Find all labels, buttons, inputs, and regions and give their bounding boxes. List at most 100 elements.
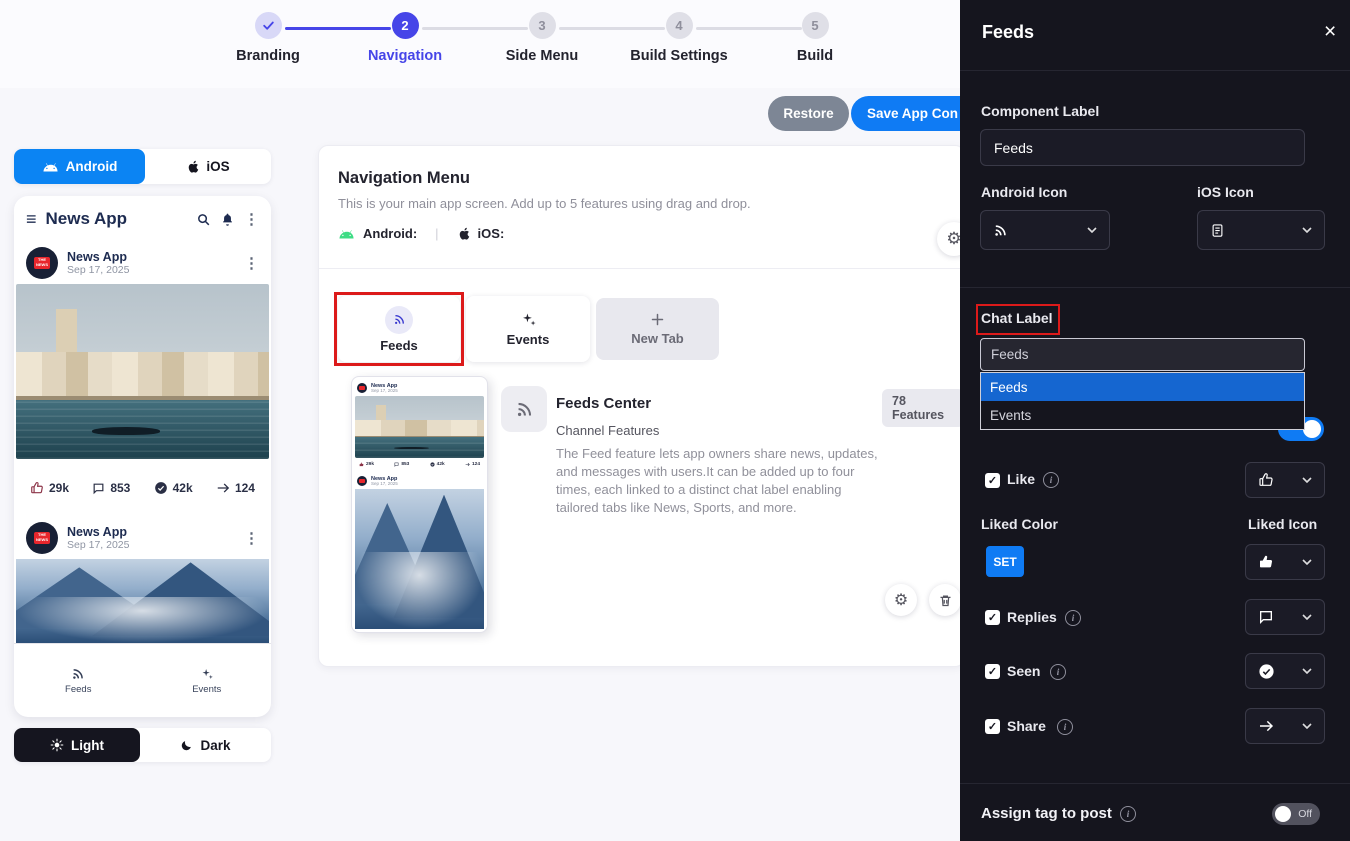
- hamburger-menu-icon[interactable]: ≡: [26, 210, 37, 228]
- info-icon[interactable]: i: [1120, 806, 1136, 822]
- android-icon: [338, 228, 355, 239]
- nav-platform-row: Android: | iOS:: [338, 226, 504, 241]
- search-icon[interactable]: [196, 212, 211, 227]
- apple-icon: [186, 159, 199, 174]
- mini-post-date: Sep 17, 2025: [371, 389, 398, 394]
- info-icon[interactable]: i: [1050, 664, 1066, 680]
- tab-label: Events: [507, 332, 550, 347]
- divider: [960, 783, 1350, 784]
- stepper-step-navigation[interactable]: 2 Navigation: [345, 12, 465, 64]
- stepper-step-build[interactable]: 5 Build: [755, 12, 875, 64]
- share-arrow-icon: [465, 462, 470, 467]
- chevron-down-icon: [1302, 227, 1312, 233]
- step-label: Build Settings: [630, 48, 727, 64]
- post-kebab-icon[interactable]: ⋮: [244, 254, 259, 272]
- restore-button[interactable]: Restore: [768, 96, 849, 131]
- platform-android-button[interactable]: Android: [14, 149, 145, 184]
- sparkle-icon: [520, 311, 537, 328]
- info-icon[interactable]: i: [1065, 610, 1081, 626]
- liked-icon-dropdown[interactable]: [1245, 544, 1325, 580]
- feature-delete-trash-button[interactable]: [929, 584, 961, 616]
- platform-ios-button[interactable]: iOS: [145, 149, 271, 184]
- shares-stat[interactable]: 124: [216, 481, 255, 495]
- theme-light-label: Light: [71, 738, 104, 753]
- chat-label-caption: Chat Label: [981, 310, 1053, 326]
- preview-bottom-tabs: Feeds Events: [14, 643, 271, 717]
- bell-icon[interactable]: [220, 212, 235, 227]
- phone-preview: ≡ News App ⋮ THENEWS News App Sep 17, 20…: [14, 196, 271, 717]
- preview-app-title: News App: [46, 209, 128, 229]
- replies-checkbox[interactable]: ✓: [985, 610, 1000, 625]
- option-feeds[interactable]: Feeds: [981, 373, 1304, 401]
- component-label-input[interactable]: [980, 129, 1305, 166]
- step-number-circle: 2: [392, 12, 419, 39]
- android-icon-caption: Android Icon: [981, 184, 1067, 200]
- step-label: Side Menu: [506, 48, 579, 64]
- panel-title: Feeds: [982, 22, 1034, 43]
- preview-tab-feeds[interactable]: Feeds: [14, 667, 143, 695]
- step-number-circle: 3: [529, 12, 556, 39]
- thumbs-up-icon: [359, 462, 364, 467]
- share-checkbox[interactable]: ✓: [985, 719, 1000, 734]
- stepper-step-branding[interactable]: Branding: [208, 12, 328, 64]
- seen-checkbox[interactable]: ✓: [985, 664, 1000, 679]
- replies-icon-dropdown[interactable]: [1245, 599, 1325, 635]
- chevron-down-icon: [1302, 668, 1312, 674]
- avatar: [357, 476, 367, 486]
- thumbs-up-filled-icon: [1258, 554, 1274, 570]
- plus-icon: [650, 312, 665, 327]
- tab-events[interactable]: Events: [466, 296, 590, 362]
- theme-light-button[interactable]: Light: [14, 728, 140, 762]
- info-icon[interactable]: i: [1043, 472, 1059, 488]
- chevron-down-icon: [1302, 614, 1312, 620]
- like-icon-dropdown[interactable]: [1245, 462, 1325, 498]
- replies-label: Replies: [1007, 609, 1057, 625]
- rss-icon: [993, 223, 1008, 238]
- likes-stat[interactable]: 29k: [30, 481, 69, 495]
- mini-post-header: News App Sep 17, 2025: [352, 470, 487, 489]
- divider: [960, 287, 1350, 288]
- feature-settings-gear-button[interactable]: ⚙: [885, 584, 917, 616]
- seen-icon-dropdown[interactable]: [1245, 653, 1325, 689]
- stepper: Branding 2 Navigation 3 Side Menu 4 Buil…: [240, 12, 840, 76]
- info-icon[interactable]: i: [1057, 719, 1073, 735]
- like-checkbox[interactable]: ✓: [985, 473, 1000, 488]
- nav-menu-subtitle: This is your main app screen. Add up to …: [338, 196, 751, 211]
- mini-post-image-mountains: [355, 489, 484, 629]
- stepper-step-side-menu[interactable]: 3 Side Menu: [482, 12, 602, 64]
- step-label: Build: [797, 48, 833, 64]
- divider: [319, 268, 964, 269]
- tab-label: New Tab: [631, 331, 684, 346]
- liked-color-set-button[interactable]: SET: [986, 546, 1024, 577]
- post-header: THENEWS News App Sep 17, 2025 ⋮: [14, 242, 271, 284]
- mini-phone-preview: News App Sep 17, 2025 29k 853 42k 124 Ne…: [351, 376, 488, 633]
- feature-count-badge: 78 Features: [882, 389, 964, 427]
- stepper-step-build-settings[interactable]: 4 Build Settings: [619, 12, 739, 64]
- step-number-circle: 5: [802, 12, 829, 39]
- preview-tab-events[interactable]: Events: [143, 667, 272, 695]
- tab-feeds[interactable]: Feeds: [338, 296, 460, 362]
- share-icon-dropdown[interactable]: [1245, 708, 1325, 744]
- ios-icon-dropdown[interactable]: [1197, 210, 1325, 250]
- post-author: News App: [67, 250, 129, 264]
- theme-dark-button[interactable]: Dark: [140, 728, 271, 762]
- tab-new-tab[interactable]: New Tab: [596, 298, 719, 360]
- mini-post-header: News App Sep 17, 2025: [352, 377, 487, 396]
- post-date: Sep 17, 2025: [67, 264, 129, 277]
- step-label: Navigation: [368, 48, 442, 64]
- theme-dark-label: Dark: [200, 738, 230, 753]
- android-icon-dropdown[interactable]: [980, 210, 1110, 250]
- kebab-menu-icon[interactable]: ⋮: [244, 210, 259, 228]
- option-events[interactable]: Events: [981, 401, 1304, 429]
- close-icon[interactable]: ×: [1324, 20, 1336, 44]
- comments-stat[interactable]: 853: [92, 481, 130, 495]
- share-label: Share: [1007, 718, 1046, 734]
- chevron-down-icon: [1302, 477, 1312, 483]
- preview-tab-label: Feeds: [65, 684, 91, 695]
- seen-stat[interactable]: 42k: [154, 481, 193, 495]
- post-kebab-icon[interactable]: ⋮: [244, 529, 259, 547]
- assign-tag-toggle[interactable]: Off: [1272, 803, 1320, 825]
- theme-toggle: Light Dark: [14, 728, 271, 762]
- comment-icon: [92, 482, 105, 495]
- chat-label-select[interactable]: Feeds: [980, 338, 1305, 371]
